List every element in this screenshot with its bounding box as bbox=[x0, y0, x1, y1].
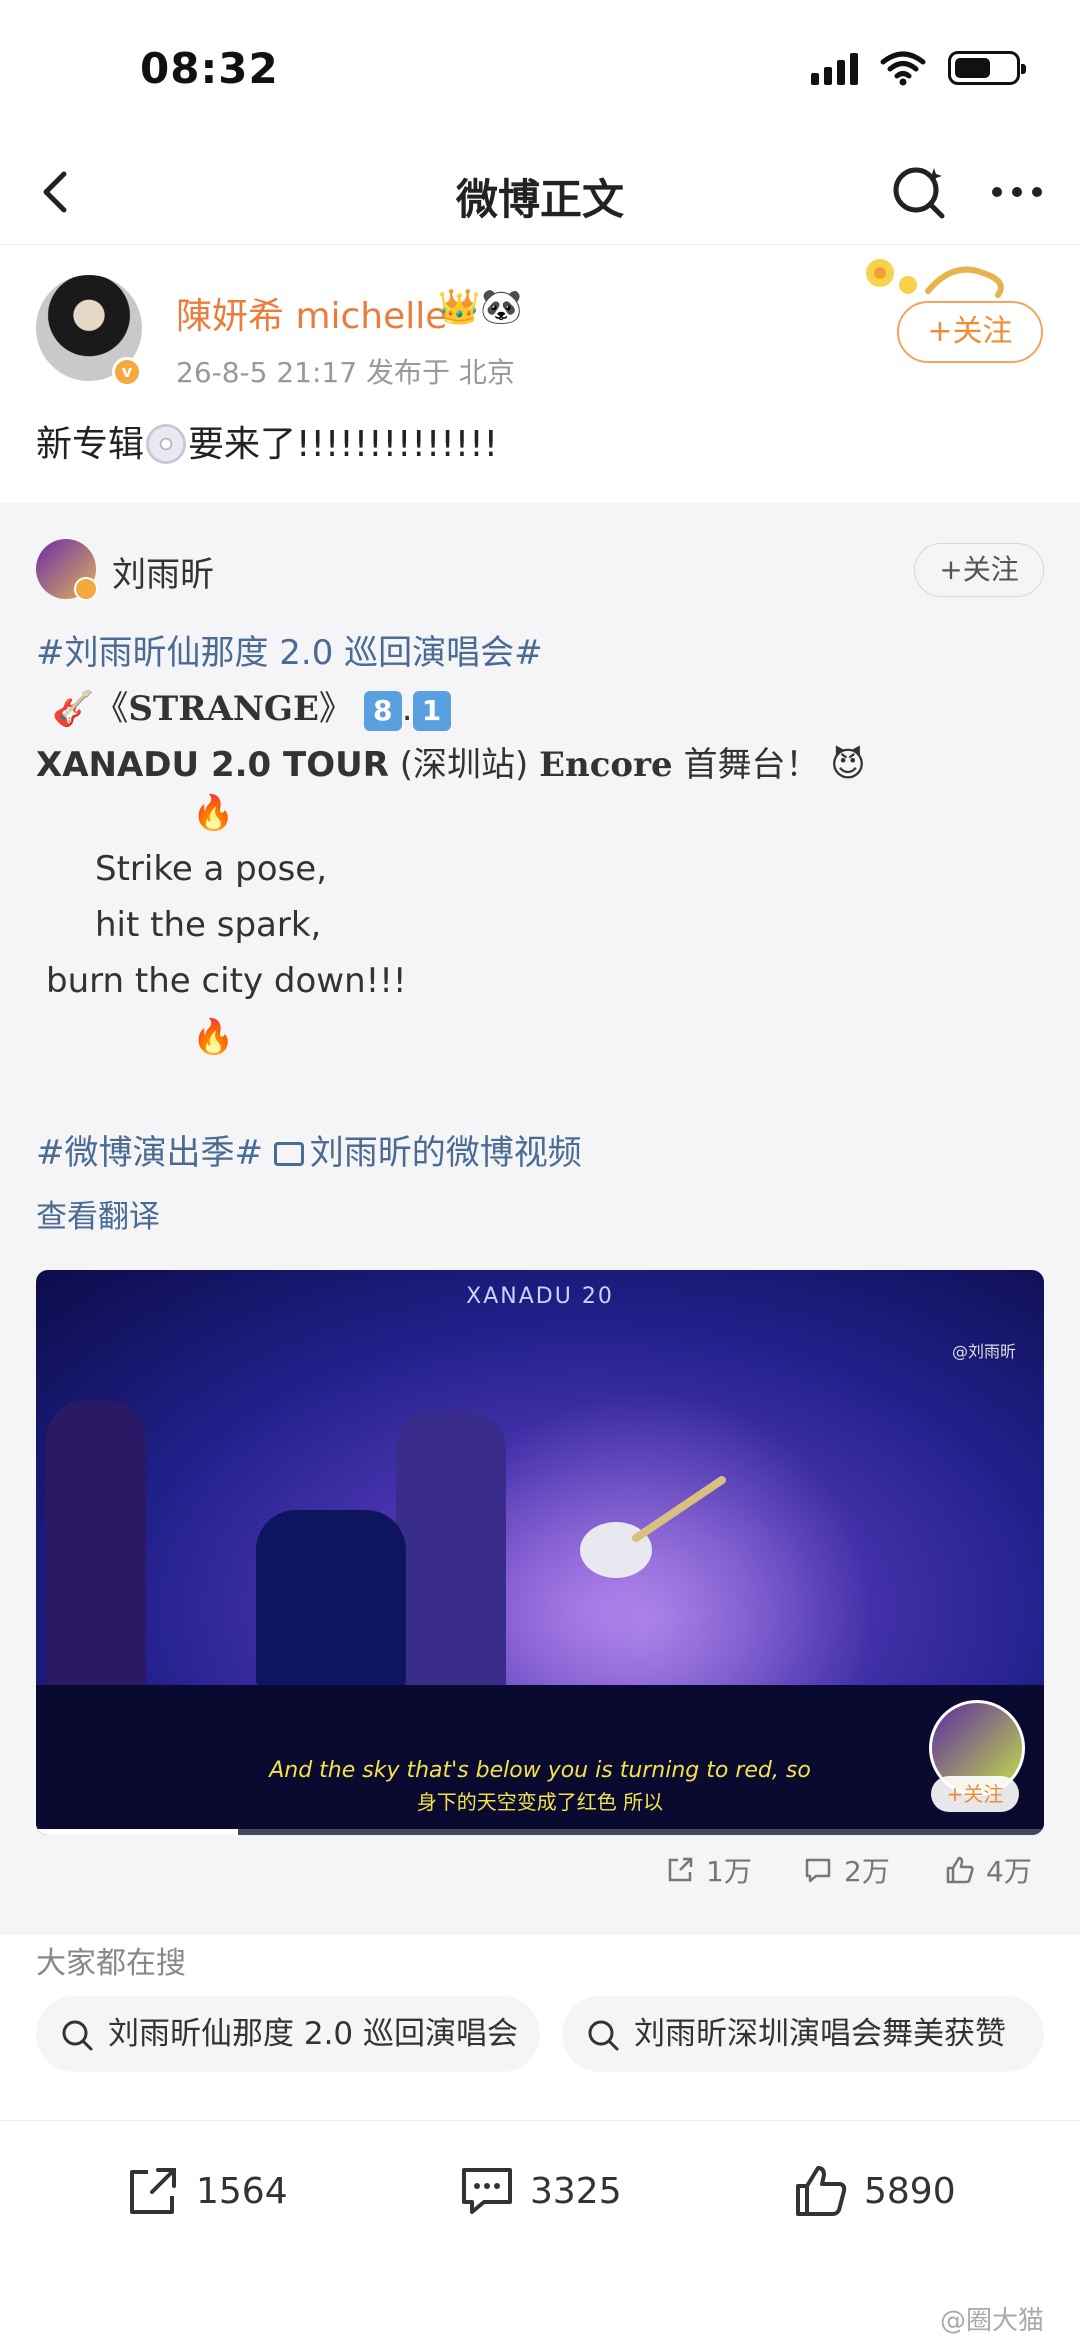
song-line: 🎸《STRANGE》 8.1 bbox=[52, 681, 451, 731]
performer-figure bbox=[46, 1400, 146, 1700]
share-icon bbox=[130, 2168, 176, 2214]
topic-link[interactable]: #微博演出季# bbox=[36, 1133, 263, 1173]
video-watermark: @刘雨昕 bbox=[951, 1342, 1016, 1361]
keycap-8: 8 bbox=[363, 691, 402, 731]
search-icon[interactable] bbox=[888, 160, 952, 224]
performer-figure bbox=[256, 1510, 406, 1690]
like-count: 5890 bbox=[864, 2170, 956, 2212]
comment-count: 2万 bbox=[844, 1855, 890, 1888]
comment-button[interactable]: 3325 bbox=[458, 2160, 622, 2222]
watermark: @圈大猫 bbox=[939, 2306, 1044, 2336]
username-emoji: 👑🐼 bbox=[438, 287, 523, 327]
repost-card[interactable]: 刘雨昕 +关注 #刘雨昕仙那度 2.0 巡回演唱会# 🎸《STRANGE》 8.… bbox=[0, 503, 1080, 1935]
share-icon bbox=[668, 1857, 693, 1882]
video-progress-bar[interactable] bbox=[36, 1829, 1044, 1835]
keycap-dot: . bbox=[401, 689, 413, 729]
guitar-icon bbox=[580, 1476, 726, 1578]
lyric-line: burn the city down!!! bbox=[46, 961, 407, 1001]
like-icon bbox=[946, 1856, 974, 1884]
signal-icon bbox=[811, 51, 858, 85]
song-title: STRANGE bbox=[128, 689, 319, 729]
verified-badge bbox=[74, 577, 98, 601]
repost-stat[interactable]: 1万 bbox=[664, 1850, 752, 1890]
post-username[interactable]: 陳妍希 michelle bbox=[176, 287, 447, 339]
like-stat[interactable]: 4万 bbox=[944, 1850, 1032, 1890]
like-count: 4万 bbox=[986, 1855, 1032, 1888]
repost-follow-button[interactable]: +关注 bbox=[914, 543, 1044, 597]
comment-stat[interactable]: 2万 bbox=[802, 1850, 890, 1890]
status-bar: 08:32 bbox=[0, 0, 1080, 140]
video-icon bbox=[273, 1142, 304, 1166]
translate-link[interactable]: 查看翻译 bbox=[36, 1191, 160, 1236]
song-bracket: 》 bbox=[318, 689, 353, 729]
devil-emoji: 😈 bbox=[830, 745, 866, 785]
subtitle-zh: 身下的天空变成了红色 所以 bbox=[416, 1790, 664, 1814]
video-logo: XANADU 20 bbox=[466, 1284, 614, 1309]
cd-icon bbox=[146, 424, 187, 464]
post-text-before: 新专辑 bbox=[36, 424, 145, 465]
search-icon bbox=[588, 2020, 619, 2051]
topic-link[interactable]: #刘雨昕仙那度 2.0 巡回演唱会# bbox=[36, 625, 543, 674]
more-icon[interactable] bbox=[985, 160, 1049, 224]
divider bbox=[0, 2120, 1080, 2121]
verified-badge: v bbox=[112, 357, 142, 387]
comment-icon bbox=[462, 2168, 512, 2214]
comment-count: 3325 bbox=[530, 2170, 622, 2212]
search-chip-label: 刘雨昕深圳演唱会舞美获赞 bbox=[634, 2016, 1006, 2052]
post-text: 新专辑 要来了!!!!!!!!!!!!!! bbox=[36, 415, 498, 467]
comment-icon bbox=[805, 1858, 831, 1883]
tour-debut: 首舞台！ bbox=[683, 745, 820, 785]
search-section-title: 大家都在搜 bbox=[36, 1946, 186, 1981]
lyric-line: hit the spark, bbox=[95, 905, 322, 945]
like-icon bbox=[796, 2166, 847, 2216]
nav-bar: 微博正文 bbox=[0, 140, 1080, 245]
like-button[interactable]: 5890 bbox=[792, 2160, 956, 2222]
guitar-emoji: 🎸《 bbox=[52, 689, 129, 729]
follow-button[interactable]: +关注 bbox=[897, 301, 1043, 363]
video-link[interactable]: 刘雨昕的微博视频 bbox=[310, 1133, 582, 1173]
progress-fill bbox=[36, 1829, 238, 1835]
repost-count: 1万 bbox=[706, 1855, 752, 1888]
search-chip[interactable]: 刘雨昕仙那度 2.0 巡回演唱会 bbox=[36, 1996, 540, 2072]
subtitle-en: And the sky that's below you is turning … bbox=[269, 1758, 811, 1783]
fire-emoji: 🔥 bbox=[192, 1017, 235, 1057]
post-meta: 26-8-5 21:17 发布于 北京 bbox=[176, 356, 515, 389]
lyric-line: Strike a pose, bbox=[95, 849, 328, 889]
video-player[interactable]: XANADU 20 @刘雨昕 And the sky that's below … bbox=[36, 1270, 1044, 1835]
repost-button[interactable]: 1564 bbox=[124, 2160, 288, 2222]
wifi-icon bbox=[880, 51, 926, 86]
post-text-after: 要来了!!!!!!!!!!!!!! bbox=[188, 424, 499, 465]
repost-count: 1564 bbox=[196, 2170, 288, 2212]
status-icons bbox=[811, 50, 1026, 86]
status-time: 08:32 bbox=[140, 44, 279, 93]
search-chip-label: 刘雨昕仙那度 2.0 巡回演唱会 bbox=[108, 2016, 519, 2052]
search-icon bbox=[62, 2020, 93, 2051]
keycap-1: 1 bbox=[412, 691, 451, 731]
tour-city: (深圳站) bbox=[399, 745, 529, 785]
tour-line: XANADU 2.0 TOUR (深圳站) Encore 首舞台！ 😈 bbox=[36, 737, 866, 786]
topic-line: #微博演出季# 刘雨昕的微博视频 bbox=[36, 1125, 582, 1174]
video-follow-button[interactable]: +关注 bbox=[931, 1776, 1019, 1812]
search-chip[interactable]: 刘雨昕深圳演唱会舞美获赞 bbox=[562, 1996, 1044, 2072]
main-post: v 陳妍希 michelle 👑🐼 26-8-5 21:17 发布于 北京 +关… bbox=[0, 245, 1080, 503]
tour-name: XANADU 2.0 TOUR bbox=[36, 745, 389, 785]
fire-emoji: 🔥 bbox=[192, 793, 235, 833]
repost-username[interactable]: 刘雨昕 bbox=[112, 547, 214, 596]
tour-encore: Encore bbox=[539, 745, 673, 785]
battery-icon bbox=[948, 51, 1026, 85]
